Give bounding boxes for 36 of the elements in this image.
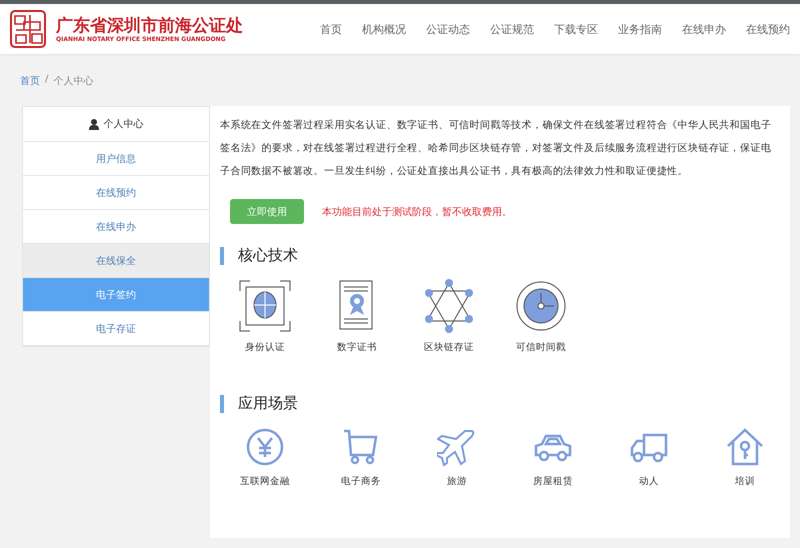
nav-link[interactable]: 下载专区 (554, 22, 598, 36)
nav-link[interactable]: 公证动态 (426, 22, 470, 36)
clock-icon (514, 279, 568, 333)
nav-link[interactable]: 在线预约 (746, 22, 790, 36)
nav-link[interactable]: 在线申办 (682, 22, 726, 36)
tech-label: 区块链存证 (424, 341, 474, 354)
scenario-label: 旅游 (447, 475, 467, 488)
scenario-label: 房屋租赁 (533, 475, 573, 488)
scenario-label: 互联网金融 (240, 475, 290, 488)
section-heading: 应用场景 (238, 394, 298, 413)
intro-paragraph: 本系统在文件签署过程采用实名认证、数字证书、可信时间戳等技术，确保文件在线签署过程符合《中华人民共和国电子签名法》的要求，对在线签署过程进行全程、哈希同步区块链存管，对签署文件及后续服务流程进行区块链存证，保证电子合同数据不被篡改。一旦发生纠纷，公证处直接出具公证书，具有极高的法律效力性和取证便捷性。 (220, 118, 772, 179)
sidebar-item[interactable]: 在线保全 (23, 244, 209, 278)
tech-label: 数字证书 (337, 341, 377, 354)
nav-link[interactable]: 业务指南 (618, 22, 662, 36)
scenario-label: 动人 (639, 475, 659, 488)
face-scan-icon (238, 279, 292, 333)
house-key-icon (725, 427, 765, 467)
nav-link[interactable]: 机构概况 (362, 22, 406, 36)
tech-label: 可信时间戳 (516, 341, 566, 354)
nav-link[interactable]: 公证规范 (490, 22, 534, 36)
nav-link[interactable]: 首页 (320, 22, 342, 36)
section-heading: 核心技术 (238, 246, 298, 265)
seal-logo-icon (10, 10, 46, 48)
airplane-icon (437, 427, 477, 467)
scenario-label: 培训 (735, 475, 755, 488)
notice-text: 本功能目前处于测试阶段，暂不收取费用。 (322, 206, 512, 218)
user-icon (88, 118, 98, 130)
network-star-icon (422, 279, 476, 333)
site-title: 广东省深圳市前海公证处 (56, 16, 243, 36)
scenario-label: 电子商务 (341, 475, 381, 488)
breadcrumb-link[interactable]: 首页 (20, 74, 40, 88)
breadcrumb-current: 个人中心 (53, 74, 94, 88)
sidebar-title: 个人中心 (104, 118, 144, 131)
breadcrumb-separator: / (45, 74, 48, 87)
yen-icon (245, 427, 285, 467)
tech-label: 身份认证 (245, 341, 285, 354)
